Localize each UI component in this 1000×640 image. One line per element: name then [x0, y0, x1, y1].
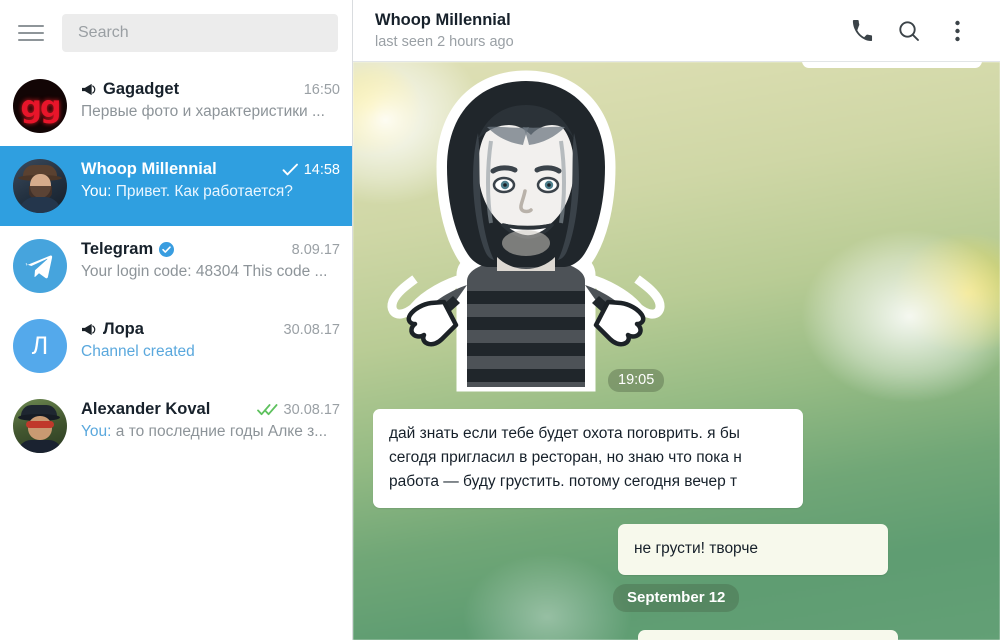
chat-item-preview: You: а то последние годы Алке з... — [81, 423, 340, 441]
chat-item-name: Whoop Millennial — [81, 160, 217, 178]
chat-item-meta: 8.09.17 — [284, 242, 340, 258]
chat-header-info[interactable]: Whoop Millennial last seen 2 hours ago — [375, 11, 834, 50]
chat-item-preview: Your login code: 48304 This code ... — [81, 263, 328, 280]
search-icon — [897, 19, 921, 43]
chat-item-meta: 30.08.17 — [276, 322, 340, 338]
message-list: 19:05 дай знать если тебе будет охота по… — [353, 62, 1000, 640]
chat-status: last seen 2 hours ago — [375, 33, 514, 50]
chat-item-name: Лора — [103, 320, 144, 338]
outgoing-message-bubble[interactable]: не грусти! творче — [618, 524, 888, 576]
partial-message-bubble-top — [802, 62, 982, 68]
sticker-timestamp: 19:05 — [608, 369, 665, 392]
chat-header: Whoop Millennial last seen 2 hours ago — [353, 0, 1000, 62]
outgoing-message-bubble-partial[interactable]: Привет. Как работается? — [638, 630, 898, 640]
chat-more-menu-button[interactable] — [936, 10, 978, 52]
search-input[interactable] — [78, 24, 322, 42]
single-check-icon — [282, 163, 299, 176]
chat-item-meta: 30.08.17 — [249, 402, 340, 418]
chat-list-item-lora[interactable]: Л Лора 30.08.17 Channel created — [0, 306, 352, 386]
message-text: не грусти! творче — [634, 540, 759, 557]
phone-call-button[interactable] — [840, 10, 882, 52]
date-divider: September 12 — [613, 584, 740, 612]
chat-item-preview-prefix: You: — [81, 423, 112, 440]
chat-item-time: 30.08.17 — [283, 401, 340, 418]
chat-pane: Whoop Millennial last seen 2 hours ago 1… — [353, 0, 1000, 640]
incoming-message-bubble[interactable]: дай знать если тебе будет охота поговрит… — [373, 409, 803, 509]
message-scroll-area[interactable]: 19:05 дай знать если тебе будет охота по… — [353, 62, 1000, 640]
chat-item-preview-prefix: You: — [81, 183, 112, 200]
chat-item-preview-text: Привет. Как работается? — [115, 183, 293, 200]
avatar-initials: Л — [31, 331, 49, 360]
more-vertical-icon — [954, 20, 960, 42]
chat-list-item-alexander-koval[interactable]: Alexander Koval 30.08.17 You: а то после… — [0, 386, 352, 466]
message-line: работа — буду грустить. потому сегодня в… — [389, 473, 738, 491]
search-box[interactable] — [62, 14, 338, 52]
chat-item-name: Telegram — [81, 240, 154, 258]
telegram-plane-icon — [25, 255, 53, 279]
chat-item-time: 14:58 — [303, 161, 340, 178]
chat-list-item-gagadget[interactable]: gg Gagadget 16:50 Первые фото и характер… — [0, 66, 352, 146]
avatar — [13, 159, 67, 213]
chat-title: Whoop Millennial — [375, 11, 511, 30]
chat-search-button[interactable] — [888, 10, 930, 52]
double-check-icon — [256, 403, 279, 416]
chat-item-body: Лора 30.08.17 Channel created — [81, 319, 340, 361]
verified-badge-icon — [159, 242, 175, 257]
sidebar-header — [0, 0, 352, 66]
hamburger-menu-icon[interactable] — [16, 22, 46, 44]
chat-item-preview: You: Привет. Как работается? — [81, 183, 340, 201]
chat-item-time: 16:50 — [303, 81, 340, 98]
chat-item-body: Telegram 8.09.17 Your login code: 48304 … — [81, 239, 340, 281]
chat-item-body: Alexander Koval 30.08.17 You: а то после… — [81, 399, 340, 441]
avatar — [13, 399, 67, 453]
chat-list-item-telegram[interactable]: Telegram 8.09.17 Your login code: 48304 … — [0, 226, 352, 306]
telegram-desktop-window: gg Gagadget 16:50 Первые фото и характер… — [0, 0, 1000, 640]
avatar — [13, 239, 67, 293]
avatar: gg — [13, 79, 67, 133]
chat-item-time: 8.09.17 — [291, 241, 340, 258]
message-line: сегодя пригласил в ресторан, но знаю что… — [389, 449, 742, 467]
chat-item-name: Alexander Koval — [81, 400, 211, 418]
sidebar: gg Gagadget 16:50 Первые фото и характер… — [0, 0, 353, 640]
avatar-initials: gg — [20, 89, 62, 125]
chat-item-preview: Channel created — [81, 343, 195, 360]
chat-list-item-whoop-millennial[interactable]: Whoop Millennial 14:58 You: Привет. Как … — [0, 146, 352, 226]
chat-item-meta: 16:50 — [296, 82, 340, 98]
chat-list[interactable]: gg Gagadget 16:50 Первые фото и характер… — [0, 66, 352, 640]
cartoon-man-shrug-sticker[interactable] — [375, 67, 677, 397]
chat-item-preview-text: а то последние годы Алке з... — [115, 423, 328, 440]
chat-item-body: Whoop Millennial 14:58 You: Привет. Как … — [81, 159, 340, 201]
chat-item-body: Gagadget 16:50 Первые фото и характерист… — [81, 79, 340, 121]
message-line: дай знать если тебе будет охота поговрит… — [389, 425, 740, 442]
chat-item-preview: Первые фото и характеристики ... — [81, 103, 325, 120]
chat-item-meta: 14:58 — [274, 162, 340, 178]
megaphone-icon — [81, 323, 96, 336]
avatar: Л — [13, 319, 67, 373]
chat-item-time: 30.08.17 — [283, 321, 340, 338]
chat-item-name: Gagadget — [103, 80, 180, 98]
megaphone-icon — [81, 83, 96, 96]
phone-icon — [850, 19, 873, 42]
